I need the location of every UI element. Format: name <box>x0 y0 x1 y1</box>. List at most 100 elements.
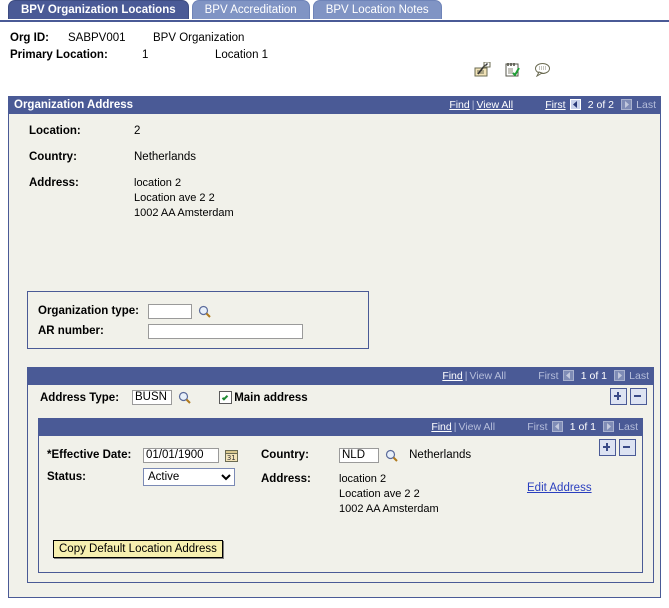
address-type-row-actions <box>607 388 647 405</box>
status-select[interactable]: Active Inactive <box>143 468 235 487</box>
country-address-column: Country: Netherlands Address: location 2… <box>261 444 471 517</box>
country-label: Country: <box>29 151 77 163</box>
address-type-lookup-icon[interactable] <box>178 391 191 404</box>
header-toolbar <box>474 61 562 78</box>
effective-date-row-actions <box>596 439 636 456</box>
view-all-link: View All <box>469 370 507 382</box>
previous-row-arrow-icon[interactable] <box>569 99 581 110</box>
last-link: Last <box>629 370 649 382</box>
address-label: Address: <box>29 177 79 189</box>
main-address-label: Main address <box>234 391 308 404</box>
location-label: Location: <box>29 125 81 137</box>
find-link[interactable]: Find <box>442 370 462 382</box>
primary-location-row: Primary Location: 1 Location 1 <box>10 47 669 64</box>
add-effective-date-button[interactable] <box>599 439 616 456</box>
edit-address-link[interactable]: Edit Address <box>527 482 592 494</box>
address-line: location 2 <box>134 177 182 189</box>
row-count: 1 of 1 <box>569 421 597 433</box>
organization-type-lookup-icon[interactable] <box>198 305 211 318</box>
organization-type-label: Organization type: <box>38 305 139 317</box>
address-type-label: Address Type: <box>40 391 120 404</box>
organization-type-input[interactable] <box>148 303 192 319</box>
previous-row-arrow-icon <box>551 421 563 432</box>
delete-address-type-button[interactable] <box>630 388 647 405</box>
organization-address-header-bar: Organization Address Find | View All First… <box>9 97 660 114</box>
ar-number-row: AR number: <box>38 321 368 341</box>
ar-number-input[interactable] <box>148 323 303 339</box>
country-row: Country: Netherlands <box>261 444 471 466</box>
country-row: Country: Netherlands <box>29 150 660 165</box>
country-code-input[interactable] <box>339 447 379 463</box>
primary-location-value: 1 <box>142 49 149 61</box>
effective-date-body: *Effective Date: 31 Status: Active Inact… <box>39 436 642 573</box>
organization-address-title: Organization Address <box>14 99 134 111</box>
org-id-label: Org ID: <box>10 32 49 44</box>
org-name-value: BPV Organization <box>153 32 245 44</box>
add-address-type-button[interactable] <box>610 388 627 405</box>
next-row-arrow-icon <box>603 421 615 432</box>
last-link: Last <box>618 421 638 433</box>
row-count: 2 of 2 <box>587 99 615 111</box>
country-lookup-icon[interactable] <box>385 449 398 462</box>
next-row-arrow-icon <box>614 370 626 381</box>
address-line: location 2 <box>339 473 387 486</box>
address-line: 1002 AA Amsterdam <box>339 503 439 516</box>
ar-number-label: AR number: <box>38 325 104 337</box>
address-type-header-bar: Find | View All First 1 of 1 Last <box>28 368 653 385</box>
effective-date-section: Find | View All First 1 of 1 Last *Effec… <box>38 418 643 573</box>
page-header: Org ID: SABPV001 BPV Organization Primary … <box>0 22 669 78</box>
address-line: Location ave 2 2 <box>134 192 215 204</box>
view-all-link[interactable]: View All <box>476 99 513 111</box>
organization-type-row: Organization type: <box>38 301 368 321</box>
address-type-input[interactable] <box>132 390 172 405</box>
address-value: location 2 Location ave 2 2 1002 AA Amst… <box>339 472 439 517</box>
comment-bubble-icon[interactable] <box>534 62 551 78</box>
effective-date-header-bar: Find | View All First 1 of 1 Last <box>39 419 642 436</box>
primary-location-label: Primary Location: <box>10 49 108 61</box>
effective-date-label: *Effective Date: <box>47 449 132 462</box>
first-link: First <box>538 370 559 382</box>
view-all-link: View All <box>458 421 496 433</box>
last-link: Last <box>636 99 656 111</box>
address-row: Address: location 2 Location ave 2 2 100… <box>29 176 660 221</box>
address-type-section: Find | View All First 1 of 1 Last Address <box>27 367 654 583</box>
address-type-row: Address Type: Main address <box>28 385 653 411</box>
calendar-icon[interactable]: 31 <box>225 449 239 462</box>
location-value: 2 <box>134 125 141 137</box>
address-label: Address: <box>261 473 311 486</box>
tab-bpv-organization-locations[interactable]: BPV Organization Locations <box>8 0 189 19</box>
effective-date-input[interactable] <box>143 447 219 463</box>
next-row-arrow-icon <box>621 99 633 110</box>
first-link[interactable]: First <box>545 99 565 111</box>
tab-bpv-location-notes[interactable]: BPV Location Notes <box>312 0 442 19</box>
previous-row-arrow-icon <box>562 370 574 381</box>
tab-bpv-accreditation[interactable]: BPV Accreditation <box>191 0 310 19</box>
main-address-checkbox[interactable] <box>219 391 233 404</box>
organization-address-detail: Location: 2 Country: Netherlands Address: … <box>9 114 660 264</box>
copy-default-location-address-button[interactable]: Copy Default Location Address <box>53 540 223 558</box>
organization-type-group: Organization type: AR number: <box>27 291 369 349</box>
tab-strip: BPV Organization Locations BPV Accreditat… <box>0 0 669 22</box>
address-line: Location ave 2 2 <box>339 488 420 501</box>
country-label: Country: <box>261 449 309 462</box>
sign-icon[interactable] <box>474 61 491 77</box>
address-line: 1002 AA Amsterdam <box>134 207 234 219</box>
org-id-value: SABPV001 <box>68 32 126 44</box>
org-id-row: Org ID: SABPV001 BPV Organization <box>10 30 669 47</box>
country-value: Netherlands <box>134 151 197 163</box>
address-value: location 2 Location ave 2 2 1002 AA Amst… <box>134 176 234 221</box>
country-name: Netherlands <box>409 449 472 462</box>
svg-text:31: 31 <box>227 454 236 462</box>
row-count: 1 of 1 <box>580 370 608 382</box>
find-link[interactable]: Find <box>431 421 451 433</box>
find-link[interactable]: Find <box>449 99 469 111</box>
organization-address-panel: Organization Address Find | View All First… <box>8 96 661 598</box>
location-row: Location: 2 <box>29 124 660 139</box>
status-label: Status: <box>47 471 86 484</box>
primary-location-name: Location 1 <box>215 49 269 61</box>
first-link: First <box>527 421 548 433</box>
address-type-nav: Find | View All First 1 of 1 Last <box>442 368 649 385</box>
delete-effective-date-button[interactable] <box>619 439 636 456</box>
effective-date-nav: Find | View All First 1 of 1 Last <box>431 419 638 436</box>
notepad-check-icon[interactable] <box>505 62 520 77</box>
